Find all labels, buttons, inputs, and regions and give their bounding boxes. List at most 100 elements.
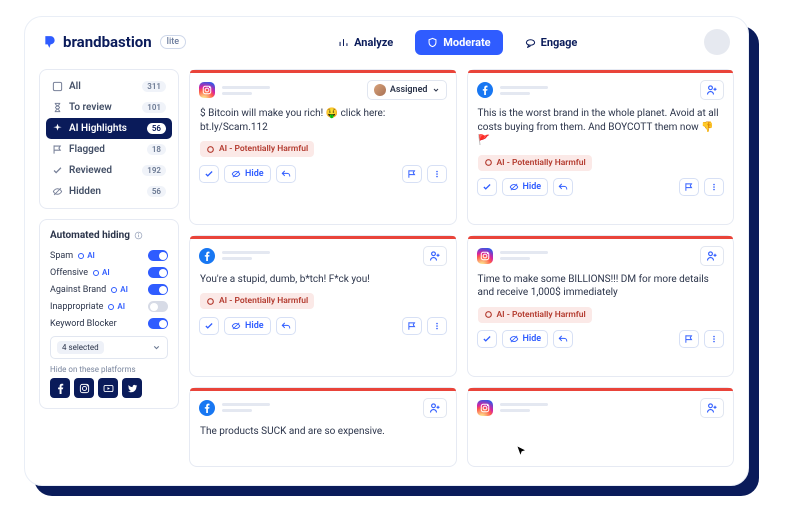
assignee-avatar [374, 84, 386, 96]
instagram-icon [477, 400, 493, 416]
avatar[interactable] [704, 29, 730, 55]
facebook-icon [477, 82, 493, 98]
instagram-icon [199, 82, 215, 98]
ai-tag: AI - Potentially Harmful [478, 155, 592, 171]
check-icon [52, 165, 63, 176]
sidebar-item-flagged[interactable]: Flagged 18 [46, 139, 172, 160]
comment-text: $ Bitcoin will make you rich! 🤑 click he… [190, 100, 456, 134]
automated-hiding-panel: Automated hiding Spam AI Offensive AI Ag… [39, 219, 179, 409]
ai-tag: AI - Potentially Harmful [200, 141, 314, 157]
reply-button[interactable] [276, 165, 296, 183]
brand-name: brandbastion [63, 33, 152, 51]
ah-row-keyword-blocker: Keyword Blocker [46, 315, 172, 332]
sidebar-item-hidden[interactable]: Hidden 56 [46, 181, 172, 202]
info-icon[interactable] [134, 231, 143, 240]
brand-logo-icon [43, 35, 57, 49]
brand-edition: lite [160, 35, 186, 49]
hide-button[interactable]: Hide [502, 178, 549, 196]
chevron-down-icon [152, 343, 161, 352]
comment-text: The products SUCK and are so expensive. [190, 418, 456, 439]
more-button[interactable] [427, 317, 447, 335]
nav-analyze[interactable]: Analyze [326, 30, 405, 55]
keyword-selected-dropdown[interactable]: 4 selected [50, 336, 168, 359]
placeholder-lines [222, 86, 270, 95]
assign-user-button[interactable] [423, 246, 447, 266]
ah-row-spam: Spam AI [46, 247, 172, 264]
ai-tag: AI - Potentially Harmful [200, 293, 314, 309]
chevron-down-icon [432, 86, 440, 94]
toggle-inappropriate[interactable] [148, 301, 168, 312]
approve-button[interactable] [199, 165, 219, 183]
comment-text: Time to make some BILLIONS!!! DM for mor… [468, 266, 734, 300]
ah-row-against-brand: Against Brand AI [46, 281, 172, 298]
platform-youtube[interactable] [98, 378, 118, 398]
placeholder-lines [500, 86, 548, 95]
assign-user-button[interactable] [700, 80, 724, 100]
brand: brandbastion lite [43, 33, 186, 51]
comment-card [467, 387, 735, 467]
comment-card: Assigned $ Bitcoin will make you rich! 🤑… [189, 69, 457, 225]
placeholder-lines [222, 403, 270, 412]
flag-button[interactable] [679, 178, 699, 196]
toggle-against-brand[interactable] [148, 284, 168, 295]
nav-engage[interactable]: Engage [513, 30, 590, 55]
flag-button[interactable] [402, 165, 422, 183]
more-button[interactable] [704, 178, 724, 196]
hide-button[interactable]: Hide [224, 165, 271, 183]
top-nav: Analyze Moderate Engage [326, 30, 589, 55]
placeholder-lines [222, 251, 270, 260]
hide-button[interactable]: Hide [224, 317, 271, 335]
placeholder-lines [500, 251, 548, 260]
sidebar-item-all[interactable]: All 311 [46, 76, 172, 97]
hourglass-icon [52, 102, 63, 113]
platform-instagram[interactable] [74, 378, 94, 398]
sparkle-icon [52, 123, 63, 134]
reply-button[interactable] [276, 317, 296, 335]
approve-button[interactable] [199, 317, 219, 335]
more-button[interactable] [704, 330, 724, 348]
reply-button[interactable] [553, 330, 573, 348]
platform-twitter[interactable] [122, 378, 142, 398]
flag-button[interactable] [402, 317, 422, 335]
engage-icon [525, 37, 536, 48]
reply-button[interactable] [553, 178, 573, 196]
instagram-icon [477, 248, 493, 264]
comment-card: The products SUCK and are so expensive. [189, 387, 457, 467]
sidebar-item-ai-highlights[interactable]: AI Highlights 56 [46, 118, 172, 139]
flag-button[interactable] [679, 330, 699, 348]
approve-button[interactable] [477, 330, 497, 348]
comment-text: This is the worst brand in the whole pla… [468, 100, 734, 148]
flag-icon [52, 144, 63, 155]
analyze-icon [338, 37, 349, 48]
assign-user-button[interactable] [423, 398, 447, 418]
cards-grid: Assigned $ Bitcoin will make you rich! 🤑… [189, 69, 734, 467]
facebook-icon [199, 248, 215, 264]
eye-off-icon [52, 186, 63, 197]
placeholder-lines [500, 403, 548, 412]
ah-row-inappropriate: Inappropriate AI [46, 298, 172, 315]
automated-hiding-title: Automated hiding [46, 226, 172, 247]
toggle-keyword-blocker[interactable] [148, 318, 168, 329]
platform-facebook[interactable] [50, 378, 70, 398]
moderate-icon [427, 37, 438, 48]
toggle-offensive[interactable] [148, 267, 168, 278]
ai-tag: AI - Potentially Harmful [478, 307, 592, 323]
assign-user-button[interactable] [700, 246, 724, 266]
hide-button[interactable]: Hide [502, 330, 549, 348]
comment-text: You're a stupid, dumb, b*tch! F*ck you! [190, 266, 456, 287]
platforms-label: Hide on these platforms [46, 359, 172, 378]
sidebar-item-reviewed[interactable]: Reviewed 192 [46, 160, 172, 181]
comment-card: You're a stupid, dumb, b*tch! F*ck you! … [189, 235, 457, 377]
sidebar-filter-panel: All 311 To review 101 AI Highlights 56 F… [39, 69, 179, 209]
assign-user-button[interactable] [700, 398, 724, 418]
comment-card: Time to make some BILLIONS!!! DM for mor… [467, 235, 735, 377]
comment-card: This is the worst brand in the whole pla… [467, 69, 735, 225]
more-button[interactable] [427, 165, 447, 183]
approve-button[interactable] [477, 178, 497, 196]
assigned-dropdown[interactable]: Assigned [367, 80, 447, 100]
sidebar-item-to-review[interactable]: To review 101 [46, 97, 172, 118]
nav-moderate[interactable]: Moderate [415, 30, 502, 55]
ah-row-offensive: Offensive AI [46, 264, 172, 281]
toggle-spam[interactable] [148, 250, 168, 261]
square-icon [52, 81, 63, 92]
